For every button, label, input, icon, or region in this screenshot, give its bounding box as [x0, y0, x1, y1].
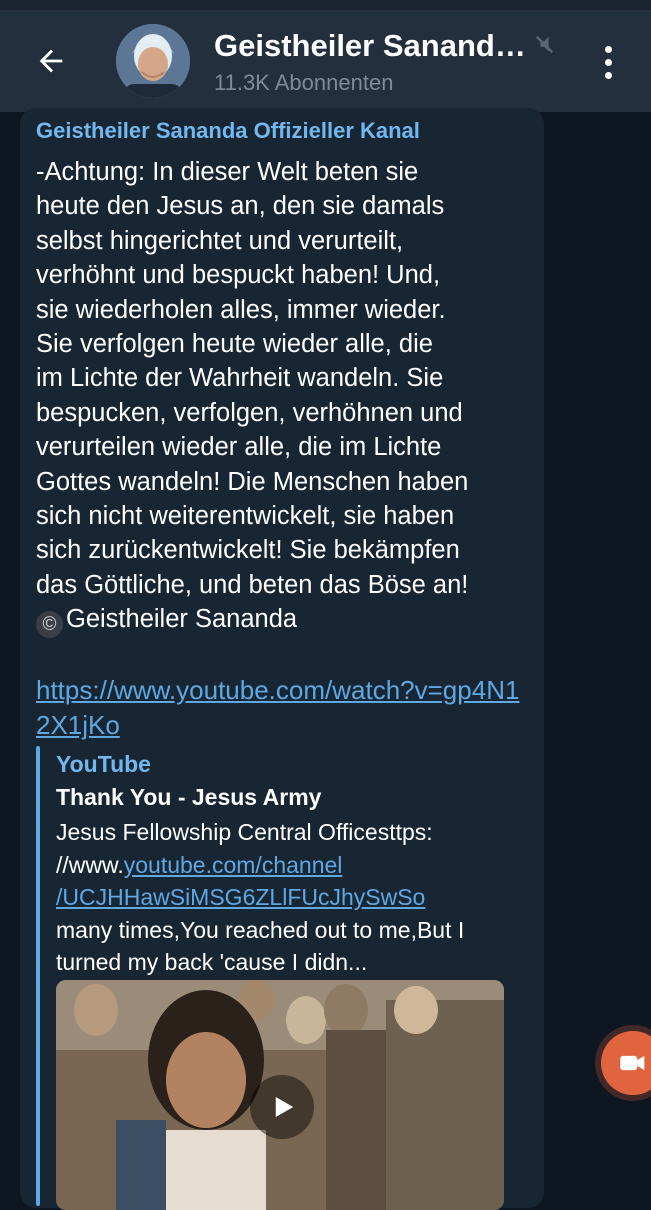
back-arrow-icon — [39, 49, 63, 73]
message-signature: Geistheiler Sananda — [66, 605, 298, 634]
more-vertical-icon — [604, 71, 612, 79]
message-body: -Achtung: In dieser Welt beten sie heute… — [36, 158, 469, 599]
subscriber-count: 11.3K Abonnenten — [214, 70, 394, 95]
mute-icon — [535, 35, 554, 54]
video-chat-icon — [620, 1055, 645, 1071]
copyright-icon: © — [36, 611, 63, 639]
preview-title: Thank You - Jesus Army — [56, 784, 322, 810]
chat-header: Geistheiler Sananda Offizieller Kanal 11… — [0, 0, 651, 112]
channel-title[interactable]: Geistheiler Sananda Offizieller Kanal — [214, 28, 534, 64]
more-vertical-icon — [604, 45, 612, 53]
preview-site-name: YouTube — [56, 751, 151, 777]
message-text: -Achtung: In dieser Welt beten sie heute… — [36, 155, 536, 639]
avatar-image — [116, 24, 190, 98]
youtube-link[interactable]: https://www.youtube.com/watch?v=gp4N12X1… — [36, 673, 526, 743]
more-vertical-icon — [604, 58, 612, 66]
more-options-button[interactable] — [588, 38, 628, 86]
channel-avatar[interactable] — [116, 24, 190, 98]
status-bar — [0, 0, 651, 10]
video-chat-button[interactable] — [601, 1031, 651, 1095]
back-button[interactable] — [26, 36, 76, 86]
play-button[interactable] — [250, 1075, 314, 1139]
preview-desc-link-2[interactable]: /UCJHHawSiMSG6ZLlFUcJhySwSo — [56, 884, 425, 910]
message-sender[interactable]: Geistheiler Sananda Offizieller Kanal — [36, 118, 420, 144]
play-icon — [275, 1097, 294, 1117]
preview-description: Jesus Fellowship Central Officesttps: //… — [56, 816, 526, 979]
preview-accent-bar — [36, 746, 40, 1206]
preview-desc-link[interactable]: youtube.com/channel — [124, 852, 343, 878]
preview-desc-text-2: many times,You reached out to me,But I t… — [56, 916, 465, 976]
